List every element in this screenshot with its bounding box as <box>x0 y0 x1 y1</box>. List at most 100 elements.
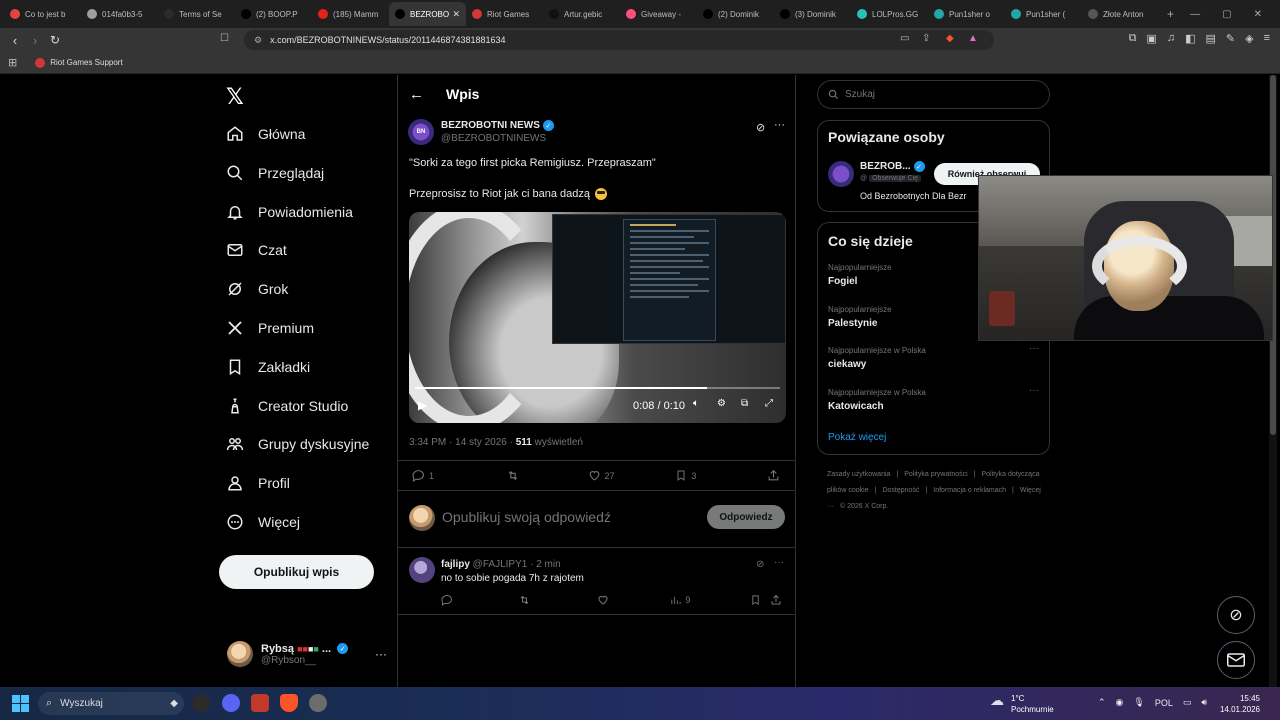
leo-icon[interactable]: ✎ <box>1226 32 1235 45</box>
comment-author[interactable]: fajlipy <box>441 559 470 570</box>
vpn-icon[interactable]: ◈ <box>1245 32 1253 45</box>
sidebar-toggle-icon[interactable]: ◧ <box>1185 32 1195 45</box>
author-handle[interactable]: @BEZROBOTNINEWS <box>441 133 546 144</box>
nav-item-x[interactable]: Premium <box>226 314 314 342</box>
comment-bookmark-action[interactable] <box>750 594 770 606</box>
post-timestamp[interactable]: 3:34 PM · 14 sty 2026 · <box>409 437 516 448</box>
bookmark-action[interactable]: 3 <box>675 469 767 482</box>
play-icon[interactable]: ▶ <box>418 398 427 412</box>
trend-name[interactable]: ciekawy <box>828 359 866 370</box>
trend-more-icon[interactable]: ··· <box>1029 385 1039 396</box>
app-steam-icon[interactable] <box>192 694 210 712</box>
browser-tab[interactable]: LOLPros.GG <box>851 2 928 26</box>
extensions-icon[interactable]: ⧉ <box>1129 32 1137 45</box>
browser-tab[interactable]: 014fa0b3-5 <box>81 2 158 26</box>
browser-tab[interactable]: Pun1sher ( <box>1005 2 1082 26</box>
person-avatar[interactable] <box>828 161 854 187</box>
wallet-icon[interactable]: ▤ <box>1205 32 1215 45</box>
account-switcher[interactable]: Rybsą ■■■■ ... ✓ @Rybson__ ··· <box>227 641 387 667</box>
search-input[interactable]: Szukaj <box>817 80 1050 109</box>
browser-tab[interactable]: Terms of Se <box>158 2 235 26</box>
browser-tab[interactable]: Artur.gebic <box>543 2 620 26</box>
nav-item-people[interactable]: Grupy dyskusyjne <box>226 430 369 458</box>
person-name-row[interactable]: BEZROB... ✓ <box>860 161 925 172</box>
bookmark-page-icon[interactable]: ☐ <box>220 33 229 44</box>
browser-tab[interactable]: (2) BOOP.P <box>235 2 312 26</box>
pip-icon[interactable]: ⧉ <box>741 398 748 409</box>
trend-name[interactable]: Fogiel <box>828 276 857 287</box>
app-discord-icon[interactable] <box>222 694 240 712</box>
nav-item-person[interactable]: Profil <box>226 469 290 497</box>
settings-gear-icon[interactable]: ⚙ <box>717 398 726 409</box>
nav-item-bookmark[interactable]: Zakładki <box>226 353 310 381</box>
nav-item-flask[interactable]: Creator Studio <box>226 392 348 420</box>
post-more-icon[interactable]: ··· <box>774 119 785 131</box>
nav-item-bell[interactable]: Powiadomienia <box>226 198 353 226</box>
video-progress-bar[interactable] <box>415 387 780 389</box>
x-logo-icon[interactable]: 𝕏 <box>226 84 244 110</box>
site-info-icon[interactable]: ⚙ <box>254 35 262 46</box>
nav-item-home[interactable]: Główna <box>226 120 305 148</box>
tray-app-icon[interactable]: ◉ <box>1116 697 1124 708</box>
browser-tab[interactable]: Złote Anton <box>1082 2 1159 26</box>
trend-name[interactable]: Katowicach <box>828 401 884 412</box>
share-action[interactable] <box>767 469 784 482</box>
app-brave-icon[interactable] <box>280 694 298 712</box>
reply-input[interactable]: Opublikuj swoją odpowiedź <box>442 509 611 525</box>
monitor-icon[interactable]: ▭ <box>1183 697 1192 708</box>
grok-explain-icon[interactable]: ⊘ <box>756 121 765 134</box>
footer-link[interactable]: Dostępność <box>882 487 919 494</box>
browser-tab[interactable]: (185) Mamm <box>312 2 389 26</box>
language-indicator[interactable]: POL <box>1155 698 1173 708</box>
brave-shield-icon[interactable]: ◆ <box>946 33 954 44</box>
reply-action[interactable]: 1 <box>412 469 506 482</box>
app-faceit-icon[interactable] <box>251 694 269 712</box>
share-icon[interactable]: ⇪ <box>922 33 930 44</box>
address-bar[interactable]: ⚙ x.com/BEZROBOTNINEWS/status/2011446874… <box>220 30 994 50</box>
microphone-icon[interactable]: 🎙︎ <box>1133 697 1144 708</box>
windows-start-icon[interactable] <box>12 695 29 717</box>
app-obs-icon[interactable] <box>309 694 327 712</box>
show-more-link[interactable]: Pokaż więcej <box>828 432 886 443</box>
account-more-icon[interactable]: ··· <box>375 647 387 661</box>
browser-tab[interactable]: (2) Dominik <box>697 2 774 26</box>
browser-tab[interactable]: BEZROBO ✕ <box>389 2 466 26</box>
nav-item-more-circle[interactable]: Więcej <box>226 508 300 536</box>
comment-reply-action[interactable] <box>441 594 518 606</box>
apps-grid-icon[interactable]: ⊞ <box>8 56 17 69</box>
footer-link[interactable]: Zasady użytkowania <box>827 471 890 478</box>
trend-more-icon[interactable]: ··· <box>1029 343 1039 354</box>
footer-link[interactable]: Polityka prywatności <box>904 471 967 478</box>
close-window-icon[interactable]: ✕ <box>1254 9 1262 20</box>
screenshot-icon[interactable]: ▣ <box>1146 32 1156 45</box>
comment-share-action[interactable] <box>770 594 786 606</box>
reply-button[interactable]: Odpowiedz <box>707 505 785 529</box>
comment-grok-icon[interactable]: ⊘ <box>756 559 764 570</box>
nav-item-search[interactable]: Przeglądaj <box>226 159 324 187</box>
maximize-icon[interactable]: ▢ <box>1222 9 1231 20</box>
media-icon[interactable]: ♫ <box>1167 32 1175 45</box>
author-avatar[interactable]: BN <box>408 119 434 145</box>
comment-avatar[interactable] <box>409 557 435 583</box>
tray-chevron-icon[interactable]: ⌃ <box>1098 697 1106 708</box>
tab-close-icon[interactable]: ✕ <box>452 9 460 20</box>
back-nav-icon[interactable]: ‹ <box>5 33 25 48</box>
cast-icon[interactable]: ▭ <box>900 33 909 44</box>
reload-icon[interactable]: ↻ <box>45 33 65 47</box>
browser-tab[interactable]: Pun1sher o <box>928 2 1005 26</box>
bookmark-riot-support[interactable]: Riot Games Support <box>50 58 122 67</box>
nav-item-grok[interactable]: Grok <box>226 275 288 303</box>
volume-icon[interactable]: 🔈︎ <box>693 398 699 409</box>
trend-name[interactable]: Palestynie <box>828 318 877 329</box>
like-action[interactable]: 27 <box>588 469 676 482</box>
post-button[interactable]: Opublikuj wpis <box>219 555 374 589</box>
footer-link[interactable]: © 2026 X Corp. <box>840 503 888 510</box>
taskbar-clock[interactable]: 15:45 14.01.2026 <box>1220 693 1260 715</box>
page-scrollbar[interactable] <box>1269 75 1277 687</box>
taskbar-search[interactable]: ⌕ Wyszukaj ◆ <box>38 692 184 715</box>
minimize-icon[interactable]: — <box>1190 9 1200 20</box>
comment-more-icon[interactable]: ··· <box>774 557 784 568</box>
browser-tab[interactable]: Co to jest b <box>4 2 81 26</box>
browser-tab[interactable]: Riot Games <box>466 2 543 26</box>
repost-action[interactable] <box>506 469 588 482</box>
